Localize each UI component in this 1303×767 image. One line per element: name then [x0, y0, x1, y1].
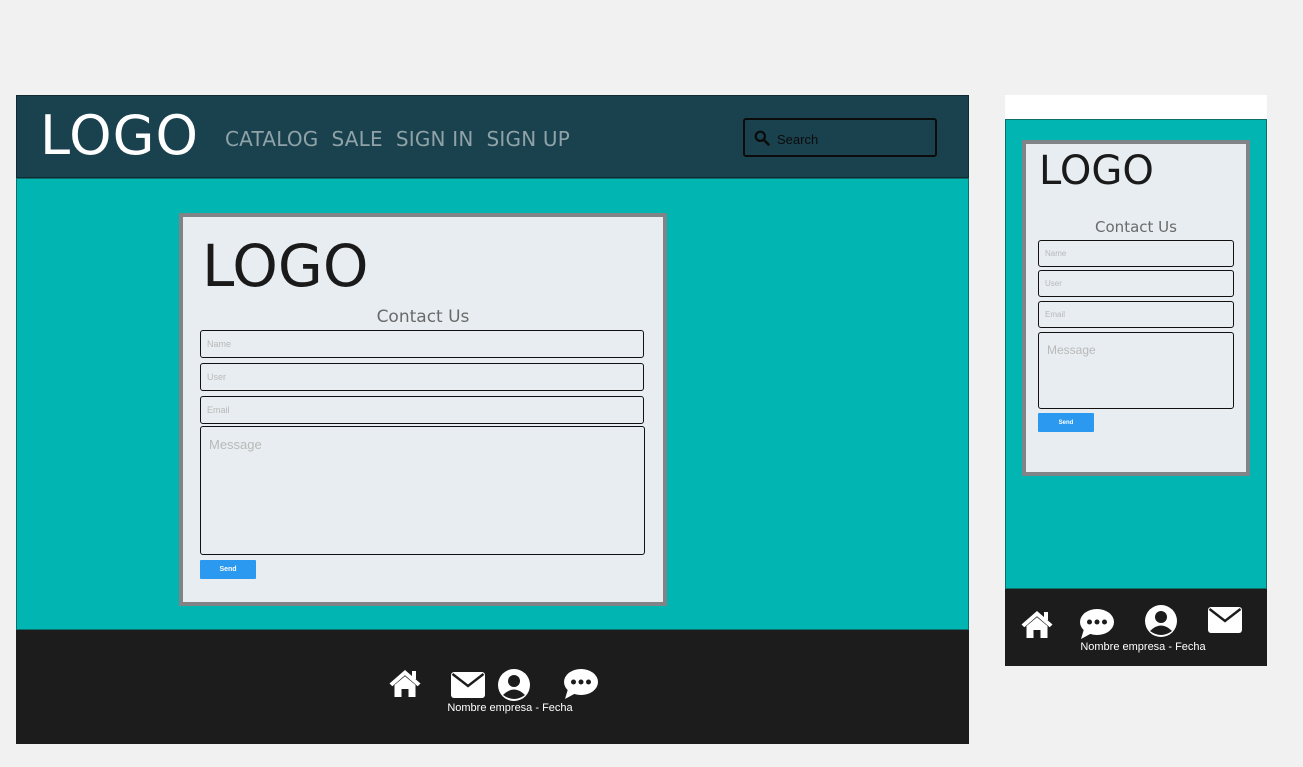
header-bar: LOGO CATALOG SALE SIGN IN SIGN UP [16, 95, 969, 178]
mobile-card-logo: LOGO [1039, 148, 1154, 194]
footer-copyright: Nombre empresa - Fecha [447, 702, 573, 714]
email-field[interactable] [200, 396, 644, 424]
nav-item-catalog[interactable]: CATALOG [225, 126, 319, 152]
search-icon[interactable] [754, 130, 770, 146]
card-logo: LOGO [202, 232, 369, 300]
mobile-contact-card: LOGO Contact Us Send [1022, 140, 1250, 476]
mobile-name-field[interactable] [1038, 240, 1234, 267]
search-box[interactable] [743, 118, 937, 157]
home-icon[interactable] [1020, 609, 1054, 639]
name-field[interactable] [200, 330, 644, 358]
nav-item-sign-up[interactable]: SIGN UP [487, 126, 571, 152]
desktop-mockup: LOGO CATALOG SALE SIGN IN SIGN UP LOGO C… [16, 95, 969, 744]
search-input[interactable] [775, 128, 929, 150]
contact-card: LOGO Contact Us Send [179, 213, 667, 606]
mobile-mockup: LOGO Contact Us Send Nombre empresa - Fe… [1005, 95, 1267, 666]
mobile-main-content: LOGO Contact Us Send [1005, 119, 1267, 589]
user-circle-icon[interactable] [497, 668, 531, 702]
main-nav: CATALOG SALE SIGN IN SIGN UP [225, 126, 570, 152]
nav-item-sale[interactable]: SALE [332, 126, 383, 152]
chat-icon[interactable] [1079, 608, 1115, 640]
contact-title: Contact Us [376, 307, 470, 327]
header-logo[interactable]: LOGO [40, 104, 199, 168]
send-button[interactable]: Send [200, 560, 256, 579]
mobile-send-button[interactable]: Send [1038, 413, 1094, 432]
user-circle-icon[interactable] [1144, 604, 1178, 638]
mobile-top-bar [1005, 95, 1267, 119]
mobile-footer: Nombre empresa - Fecha [1005, 589, 1267, 666]
mobile-footer-copyright: Nombre empresa - Fecha [1080, 641, 1206, 653]
message-field[interactable] [200, 426, 645, 555]
footer: Nombre empresa - Fecha [16, 630, 969, 744]
mobile-user-field[interactable] [1038, 270, 1234, 297]
nav-item-sign-in[interactable]: SIGN IN [396, 126, 474, 152]
mobile-message-field[interactable] [1038, 332, 1234, 409]
envelope-icon[interactable] [1208, 607, 1242, 633]
mobile-contact-title: Contact Us [1095, 218, 1177, 236]
home-icon[interactable] [388, 668, 422, 702]
envelope-icon[interactable] [451, 672, 485, 702]
footer-icons [388, 668, 599, 702]
chat-icon[interactable] [563, 668, 599, 702]
mobile-email-field[interactable] [1038, 301, 1234, 328]
user-field[interactable] [200, 363, 644, 391]
